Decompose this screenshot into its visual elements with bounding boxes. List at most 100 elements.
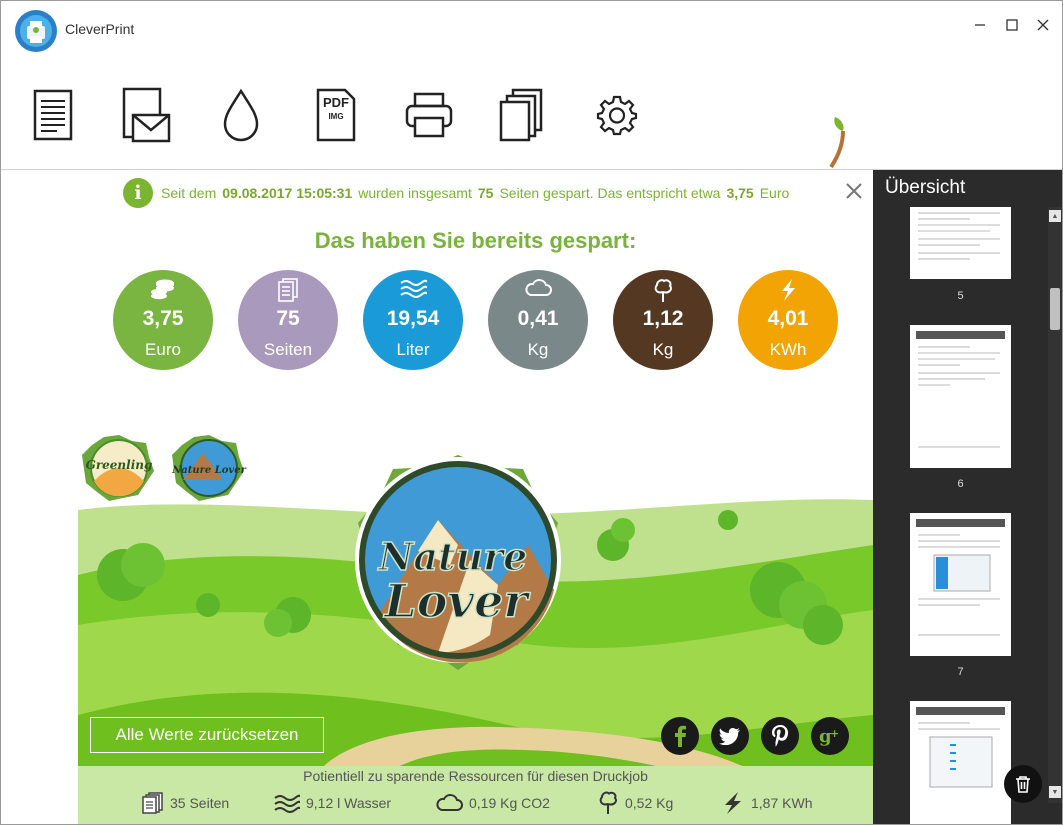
page-number: 6 — [957, 478, 964, 490]
info-bar: i Seit dem 09.08.2017 15:05:31 wurden in… — [123, 178, 789, 208]
reset-values-button[interactable]: Alle Werte zurücksetzen — [90, 717, 324, 753]
ink-drop-icon — [223, 88, 259, 142]
ink-save-tool-button[interactable] — [211, 85, 271, 145]
potential-energy: 1,87 KWh — [721, 792, 812, 814]
potential-pages-text: 35 Seiten — [170, 795, 230, 811]
page-thumbnail[interactable] — [910, 513, 1011, 656]
page-preview — [916, 331, 1005, 448]
saving-unit: Kg — [652, 340, 674, 359]
saving-value: 19,54 — [386, 307, 440, 330]
info-currency: Euro — [759, 185, 790, 201]
page-thumbnail[interactable] — [910, 701, 1011, 824]
saving-unit: Euro — [145, 340, 181, 359]
chevron-down-icon: ▼ — [1051, 788, 1059, 796]
info-middle: wurden insgesamt — [358, 185, 472, 201]
water-icon — [274, 794, 300, 813]
info-prefix: Seit dem — [161, 185, 217, 201]
scroll-down-button[interactable]: ▼ — [1049, 786, 1061, 798]
potential-wood-text: 0,52 Kg — [625, 795, 674, 811]
saving-unit: KWh — [769, 340, 807, 359]
info-pages: 75 — [477, 185, 494, 201]
page-thumbnail[interactable] — [910, 207, 1011, 279]
info-icon: i — [123, 178, 153, 208]
document-tool-button[interactable] — [23, 85, 83, 145]
pdf-label: PDF — [323, 95, 349, 110]
close-icon — [1037, 19, 1049, 31]
potential-water-text: 9,12 l Wasser — [306, 795, 392, 811]
cloud-icon — [436, 794, 463, 811]
savings-headline: Das haben Sie bereits gespart: — [314, 228, 637, 253]
print-tool-button[interactable] — [399, 85, 459, 145]
minimize-button[interactable] — [967, 13, 993, 37]
info-date: 09.08.2017 15:05:31 — [222, 185, 353, 201]
twitter-button[interactable] — [711, 717, 749, 755]
saving-wood: 1,12 Kg — [613, 270, 713, 370]
tree-icon — [654, 279, 673, 302]
tree-icon — [599, 791, 618, 814]
saving-unit: Kg — [527, 340, 549, 359]
settings-tool-button[interactable] — [587, 85, 647, 145]
savings-panel: i Seit dem 09.08.2017 15:05:31 wurden in… — [78, 170, 873, 824]
gear-icon — [596, 95, 638, 136]
maximize-icon — [1006, 19, 1018, 31]
potential-pages: 35 Seiten — [142, 792, 229, 814]
twitter-icon — [719, 728, 740, 745]
lightning-icon — [782, 279, 795, 301]
saving-value: 4,01 — [767, 307, 809, 330]
title-bar: CleverPrint — [1, 1, 1062, 61]
info-amount: 3,75 — [726, 185, 754, 201]
app-title: CleverPrint — [65, 21, 135, 37]
scroll-up-button[interactable]: ▲ — [1049, 210, 1061, 222]
app-window: CleverPrint PDF IMG i Seit dem 09.08.201… — [0, 0, 1063, 825]
nature-lover-small-badge[interactable]: Nature Lover — [171, 435, 247, 501]
saving-water: 19,54 Liter — [363, 270, 463, 370]
maximize-button[interactable] — [999, 13, 1025, 37]
scrollbar-thumb[interactable] — [1050, 288, 1060, 330]
mail-icon — [122, 87, 171, 143]
overview-sidebar: Übersicht 5 6 7 — [873, 170, 1062, 824]
potential-energy-text: 1,87 KWh — [751, 795, 813, 811]
document-icon — [33, 89, 73, 141]
greenling-label: Greenling — [86, 458, 153, 472]
facebook-button[interactable] — [661, 717, 699, 755]
page-preview — [916, 519, 1005, 636]
coins-icon — [151, 279, 174, 300]
page-thumbnail[interactable] — [910, 325, 1011, 468]
pinterest-button[interactable] — [761, 717, 799, 755]
svg-text:+: + — [830, 727, 839, 740]
mail-tool-button[interactable] — [116, 85, 176, 145]
sprout-logo-icon — [829, 117, 845, 169]
page-preview — [916, 707, 1005, 788]
google-plus-icon: g+ — [819, 726, 839, 746]
potential-savings-bar: Potientiell zu sparende Ressourcen für d… — [78, 766, 873, 824]
page-number: 7 — [957, 666, 964, 678]
saving-euro: 3,75 Euro — [113, 270, 213, 370]
saving-energy: 4,01 KWh — [738, 270, 838, 370]
cloud-icon — [525, 279, 552, 296]
minimize-icon — [975, 24, 985, 26]
close-info-button[interactable] — [843, 180, 865, 202]
close-button[interactable] — [1030, 13, 1056, 37]
greenling-badge[interactable]: Greenling — [82, 435, 154, 501]
facebook-icon — [675, 725, 686, 747]
copies-tool-button[interactable] — [492, 85, 552, 145]
overview-title: Übersicht — [885, 177, 966, 198]
pages-icon — [278, 278, 298, 302]
saving-value: 3,75 — [142, 307, 184, 330]
delete-button[interactable] — [1004, 765, 1042, 803]
saving-unit: Liter — [396, 340, 430, 359]
copies-icon — [499, 88, 543, 142]
potential-caption: Potientiell zu sparende Ressourcen für d… — [303, 768, 648, 784]
potential-co2-text: 0,19 Kg CO2 — [469, 795, 550, 811]
left-gutter — [1, 170, 78, 824]
pdf-img-tool-button[interactable]: PDF IMG — [306, 85, 366, 145]
badge-line1: Nature — [378, 534, 528, 579]
saving-value: 1,12 — [642, 307, 684, 330]
saving-unit: Seiten — [263, 340, 313, 359]
google-plus-button[interactable]: g + — [811, 717, 849, 755]
pinterest-icon — [772, 725, 789, 747]
badge-line2: Lover — [382, 574, 531, 628]
pdf-img-icon: PDF IMG — [316, 88, 356, 142]
pages-icon — [142, 792, 163, 814]
landscape-illustration: Greenling Nature Lover Nature Lover — [78, 435, 873, 824]
